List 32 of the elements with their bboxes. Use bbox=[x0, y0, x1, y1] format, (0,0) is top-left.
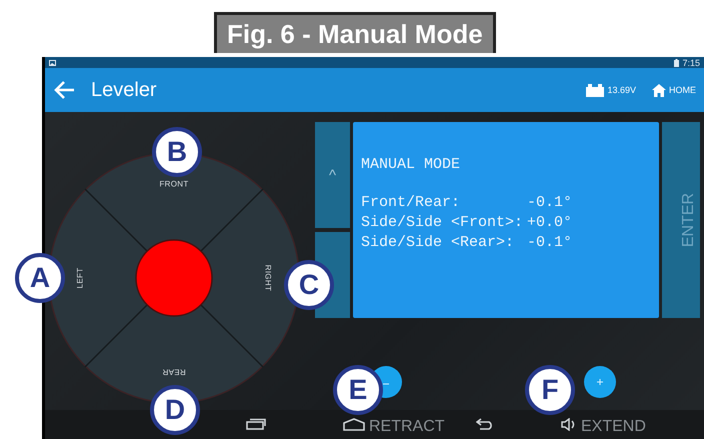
figure-title: Fig. 6 - Manual Mode bbox=[214, 12, 496, 53]
minus-icon bbox=[383, 383, 389, 385]
recent-apps-icon[interactable] bbox=[246, 418, 266, 430]
callout-marker: A bbox=[15, 253, 65, 303]
clock-time: 7:15 bbox=[682, 58, 700, 68]
home-link[interactable]: HOME bbox=[669, 85, 696, 95]
back-icon[interactable] bbox=[476, 418, 494, 430]
action-label: EXTEND bbox=[581, 418, 646, 436]
direction-label: RIGHT bbox=[264, 264, 272, 292]
up-button[interactable]: ^ bbox=[315, 122, 350, 228]
reading-value: -0.1° bbox=[527, 233, 572, 253]
reading-label: Front/Rear: bbox=[361, 193, 462, 213]
mode-heading: MANUAL MODE bbox=[361, 156, 462, 173]
direction-label: FRONT bbox=[159, 180, 189, 188]
enter-button[interactable]: ENTER bbox=[662, 122, 700, 318]
app-title: Leveler bbox=[91, 78, 157, 102]
reading-label: Side/Side <Front>: bbox=[361, 213, 524, 233]
image-icon bbox=[49, 60, 56, 66]
direction-label: LEFT bbox=[76, 268, 84, 288]
reading-value: +0.0° bbox=[527, 213, 572, 233]
battery-icon bbox=[586, 84, 604, 96]
home-icon[interactable] bbox=[343, 418, 365, 431]
action-label: RETRACT bbox=[369, 418, 445, 436]
back-arrow-icon[interactable] bbox=[53, 80, 75, 100]
extend-button[interactable] bbox=[584, 366, 616, 398]
reading-label: Side/Side <Rear>: bbox=[361, 233, 516, 253]
reading-value: -0.1° bbox=[527, 193, 572, 213]
direction-label: REAR bbox=[162, 368, 186, 376]
voltage-reading: 13.69V bbox=[607, 85, 636, 95]
volume-icon[interactable] bbox=[561, 418, 577, 431]
battery-icon bbox=[674, 58, 680, 66]
plus-icon bbox=[597, 379, 603, 385]
